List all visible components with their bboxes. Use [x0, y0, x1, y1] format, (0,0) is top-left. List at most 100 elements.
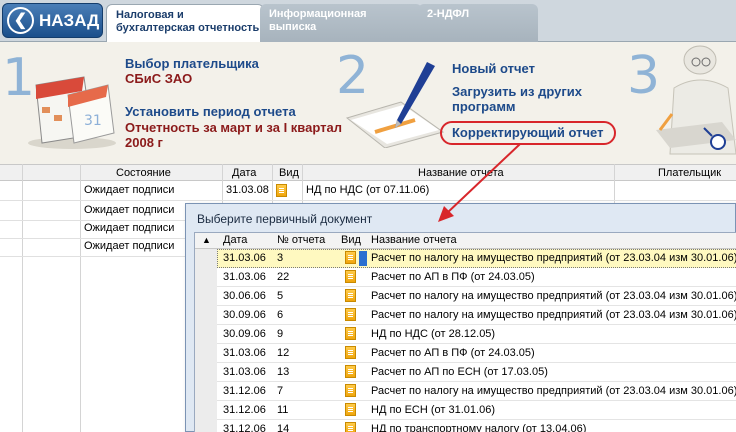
row-date: 31.12.06 [223, 423, 266, 432]
row-report-name: НД по НДС (от 28.12.05) [371, 328, 496, 340]
primary-document-list[interactable]: ▲ Дата № отчета Вид Название отчета 31.0… [194, 232, 736, 432]
table-row[interactable]: 30.06.06 5 Расчет по налогу на имущество п… [195, 287, 736, 306]
row-report-name: Расчет по налогу на имущество предприяти… [371, 290, 736, 302]
table-row[interactable]: 30.09.06 9 НД по НДС (от 28.12.05) [195, 325, 736, 344]
select-primary-document-dialog: Выберите первичный документ ▲ Дата № отч… [185, 203, 736, 432]
period-value-line2: 2008 г [125, 135, 163, 150]
row-report-name: НД по НДС (от 07.11.06) [306, 184, 430, 196]
set-period-link[interactable]: Установить период отчета [125, 104, 296, 119]
row-date: 30.06.06 [223, 290, 266, 302]
row-report-name: НД по ЕСН (от 31.01.06) [371, 404, 495, 416]
row-selector [195, 268, 217, 287]
document-icon [276, 184, 287, 197]
payer-value: СБиС ЗАО [125, 71, 193, 86]
person-illustration-icon [656, 45, 736, 155]
load-from-other-programs-link[interactable]: Загрузить из других [452, 84, 582, 99]
row-date: 31.12.06 [223, 385, 266, 397]
row-date: 31.03.06 [223, 252, 266, 264]
document-icon [345, 289, 356, 302]
column-header-type[interactable]: Вид [279, 167, 299, 179]
corrective-report-link[interactable]: Корректирующий отчет [452, 125, 603, 140]
document-icon [345, 251, 356, 264]
svg-text:31: 31 [84, 113, 102, 129]
top-bar: ❮ НАЗАД Налоговая и бухгалтерская отчетн… [0, 0, 736, 43]
table-row[interactable]: 31.03.06 22 Расчет по АП в ПФ (от 24.03.05… [195, 268, 736, 287]
row-report-number: 22 [277, 271, 290, 283]
table-row[interactable]: 31.03.06 13 Расчет по АП по ЕСН (от 17.03.… [195, 363, 736, 382]
row-selector [195, 382, 217, 401]
row-selector [195, 420, 217, 432]
column-header-report-name[interactable]: Название отчета [371, 234, 457, 246]
tab-info-statement[interactable]: Информационная выписка [260, 4, 422, 42]
row-report-name: Расчет по налогу на имущество предприяти… [371, 309, 736, 321]
row-report-name: Расчет по налогу на имущество предприяти… [371, 385, 736, 397]
row-report-number: 3 [277, 252, 284, 264]
row-selector [195, 249, 217, 268]
row-status: Ожидает подписи [84, 184, 175, 196]
document-icon [345, 270, 356, 283]
column-header-status[interactable]: Состояние [116, 167, 171, 179]
cell-cursor [359, 251, 367, 266]
row-report-number: 12 [277, 347, 290, 359]
row-report-number: 9 [277, 328, 284, 340]
row-report-number: 14 [277, 423, 290, 432]
row-report-name: Расчет по АП по ЕСН (от 17.03.05) [371, 366, 548, 378]
tab-label-line1: Информационная [269, 8, 367, 20]
pointer-arrow-icon [438, 143, 521, 222]
table-row[interactable]: Ожидает подписи 31.03.08 НД по НДС (от 0… [0, 181, 736, 201]
row-date: 30.09.06 [223, 309, 266, 321]
table-row[interactable]: 30.09.06 6 Расчет по налогу на имущество п… [195, 306, 736, 325]
column-header-type[interactable]: Вид [341, 234, 361, 246]
tab-label-line2: выписка [269, 21, 317, 33]
document-icon [345, 422, 356, 432]
table-row[interactable]: 31.12.06 7 Расчет по налогу на имущество п… [195, 382, 736, 401]
back-arrow-icon: ❮ [7, 7, 34, 34]
document-icon [345, 403, 356, 416]
row-date: 31.12.06 [223, 404, 266, 416]
row-selector [195, 287, 217, 306]
new-report-link[interactable]: Новый отчет [452, 61, 535, 76]
table-row[interactable]: 31.03.06 3 Расчет по налогу на имущество п… [195, 249, 736, 268]
row-report-number: 7 [277, 385, 284, 397]
row-selector [195, 325, 217, 344]
row-report-number: 11 [277, 404, 289, 416]
pen-paper-illustration-icon [345, 62, 445, 148]
load-from-other-programs-link-line2[interactable]: программ [452, 99, 516, 114]
column-header-date[interactable]: Дата [232, 167, 256, 179]
tab-label-line2: бухгалтерская отчетность [116, 22, 260, 34]
row-report-number: 6 [277, 309, 284, 321]
document-icon [345, 384, 356, 397]
tab-tax-accounting[interactable]: Налоговая и бухгалтерская отчетность [106, 4, 264, 43]
tab-2ndfl[interactable]: 2-НДФЛ [418, 4, 538, 42]
column-header-payer[interactable]: Плательщик [658, 167, 721, 179]
row-date: 31.03.06 [223, 347, 266, 359]
table-row[interactable]: 31.12.06 11 НД по ЕСН (от 31.01.06) [195, 401, 736, 420]
row-date: 31.03.08 [226, 184, 269, 196]
period-value-line1: Отчетность за март и за I квартал [125, 120, 342, 135]
row-selector [195, 401, 217, 420]
table-row[interactable]: 31.03.06 12 Расчет по АП в ПФ (от 24.03.05… [195, 344, 736, 363]
sort-ascending-icon[interactable]: ▲ [202, 235, 211, 245]
row-status: Ожидает подписи [84, 204, 175, 216]
row-report-number: 5 [277, 290, 284, 302]
column-header-report-number[interactable]: № отчета [277, 234, 325, 246]
back-button-label: НАЗАД [39, 10, 100, 30]
row-report-name: Расчет по АП в ПФ (от 24.03.05) [371, 271, 535, 283]
row-report-name: Расчет по налогу на имущество предприяти… [371, 252, 736, 264]
row-report-name: НД по транспортному налогу (от 13.04.06) [371, 423, 587, 432]
row-status: Ожидает подписи [84, 222, 175, 234]
choose-payer-link[interactable]: Выбор плательщика [125, 56, 259, 71]
table-row[interactable]: 31.12.06 14 НД по транспортному налогу (от… [195, 420, 736, 432]
row-selector [195, 363, 217, 382]
row-report-number: 13 [277, 366, 290, 378]
tab-label-line1: 2-НДФЛ [427, 8, 470, 20]
row-status: Ожидает подписи [84, 240, 175, 252]
row-report-name: Расчет по АП в ПФ (от 24.03.05) [371, 347, 535, 359]
main-table-header: Состояние Дата Вид Название отчета Плате… [0, 164, 736, 181]
dialog-table-header: ▲ Дата № отчета Вид Название отчета [195, 233, 736, 249]
row-selector [195, 344, 217, 363]
column-header-date[interactable]: Дата [223, 234, 247, 246]
back-button[interactable]: ❮ НАЗАД [2, 3, 103, 38]
row-date: 31.03.06 [223, 271, 266, 283]
dialog-title: Выберите первичный документ [197, 212, 373, 226]
